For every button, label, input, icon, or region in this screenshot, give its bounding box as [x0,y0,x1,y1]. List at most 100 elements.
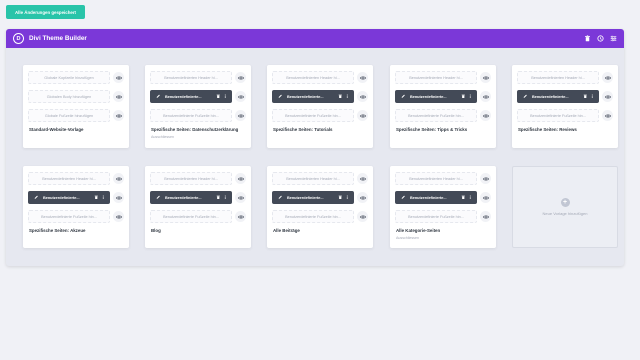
add-body-slot[interactable]: Globalen Body hinzufügen [28,90,110,103]
eye-icon[interactable] [480,72,491,83]
custom-body-slot[interactable]: Benutzerdefinierte... [272,191,354,204]
eye-icon[interactable] [235,192,246,203]
footer-slot[interactable]: Benutzerdefinierte Fußzeile hin... [517,109,599,122]
body-label: Benutzerdefinierte... [287,195,324,200]
eye-icon[interactable] [357,110,368,121]
header-slot[interactable]: Benutzerdefinierten Header hi... [517,71,599,84]
header-slot[interactable]: Benutzerdefinierten Header hi... [150,172,232,185]
template-card: Benutzerdefinierten Header hi... Benutze… [145,166,251,248]
header-slot[interactable]: Benutzerdefinierten Header hi... [272,71,354,84]
custom-body-slot[interactable]: Benutzerdefinierte... [150,90,232,103]
plus-icon: + [560,198,570,207]
template-card: Benutzerdefinierten Header hi... Benutze… [267,166,373,248]
settings-icon[interactable] [609,35,617,43]
trash-icon[interactable] [94,195,99,200]
pencil-icon[interactable] [156,195,161,200]
eye-icon[interactable] [357,211,368,222]
eye-icon[interactable] [602,91,613,102]
eye-icon[interactable] [235,91,246,102]
eye-icon[interactable] [602,72,613,83]
custom-body-slot[interactable]: Benutzerdefinierte... [150,191,232,204]
trash-icon[interactable] [583,35,591,43]
eye-icon[interactable] [113,110,124,121]
trash-icon[interactable] [461,195,466,200]
footer-slot[interactable]: Benutzerdefinierte Fußzeile hin... [272,210,354,223]
trash-icon[interactable] [216,94,221,99]
pencil-icon[interactable] [523,94,528,99]
header-slot[interactable]: Benutzerdefinierten Header hi... [395,172,477,185]
eye-icon[interactable] [357,72,368,83]
template-title: Spezifische Seiten: Tutorials [273,127,333,132]
eye-icon[interactable] [480,192,491,203]
custom-body-slot[interactable]: Benutzerdefinierte... [517,90,599,103]
body-label: Benutzerdefinierte... [532,94,569,99]
eye-icon[interactable] [357,173,368,184]
trash-icon[interactable] [583,94,588,99]
header-slot[interactable]: Benutzerdefinierten Header hi... [272,172,354,185]
pencil-icon[interactable] [401,195,406,200]
pencil-icon[interactable] [156,94,161,99]
pencil-icon[interactable] [401,94,406,99]
more-icon[interactable] [468,94,473,99]
custom-body-slot[interactable]: Benutzerdefinierte... [395,191,477,204]
footer-slot[interactable]: Benutzerdefinierte Fußzeile hin... [395,109,477,122]
more-icon[interactable] [101,195,106,200]
eye-icon[interactable] [235,173,246,184]
header-slot[interactable]: Benutzerdefinierten Header hi... [395,71,477,84]
eye-icon[interactable] [480,110,491,121]
more-icon[interactable] [590,94,595,99]
save-status-button[interactable]: Alle Änderungen gespeichert [6,5,85,19]
template-title: Standard-Website-Vorlage [29,127,84,132]
add-footer-slot[interactable]: Globale Fußzeile hinzufügen [28,109,110,122]
more-icon[interactable] [223,195,228,200]
trash-icon[interactable] [461,94,466,99]
eye-icon[interactable] [357,91,368,102]
more-icon[interactable] [345,94,350,99]
footer-slot[interactable]: Benutzerdefinierte Fußzeile hin... [395,210,477,223]
eye-icon[interactable] [480,211,491,222]
custom-body-slot[interactable]: Benutzerdefinierte... [272,90,354,103]
custom-body-slot[interactable]: Benutzerdefinierte... [28,191,110,204]
trash-icon[interactable] [338,94,343,99]
template-title: Spezifische Seiten: Akzeue [29,228,86,233]
eye-icon[interactable] [235,211,246,222]
eye-icon[interactable] [113,91,124,102]
header-slot[interactable]: Benutzerdefinierten Header hi... [28,172,110,185]
eye-icon[interactable] [235,72,246,83]
pencil-icon[interactable] [278,195,283,200]
template-card: Benutzerdefinierten Header hi... Benutze… [267,65,373,148]
eye-icon[interactable] [113,211,124,222]
footer-slot[interactable]: Benutzerdefinierte Fußzeile hin... [150,210,232,223]
add-template-card[interactable]: + Neue Vorlage hinzufügen [512,166,618,248]
eye-icon[interactable] [602,110,613,121]
eye-icon[interactable] [113,173,124,184]
add-template-label: Neue Vorlage hinzufügen [542,211,588,216]
template-title: Blog [151,228,161,233]
pencil-icon[interactable] [278,94,283,99]
history-icon[interactable] [596,35,604,43]
body-label: Benutzerdefinierte... [165,94,202,99]
footer-slot[interactable]: Benutzerdefinierte Fußzeile hin... [272,109,354,122]
header-slot[interactable]: Benutzerdefinierten Header hi... [150,71,232,84]
more-icon[interactable] [223,94,228,99]
footer-slot[interactable]: Benutzerdefinierte Fußzeile hin... [28,210,110,223]
pencil-icon[interactable] [34,195,39,200]
template-card: Benutzerdefinierten Header hi... Benutze… [390,65,496,148]
body-label: Benutzerdefinierte... [165,195,202,200]
footer-slot[interactable]: Benutzerdefinierte Fußzeile hin... [150,109,232,122]
add-header-slot[interactable]: Globale Kopfzeile hinzufügen [28,71,110,84]
eye-icon[interactable] [113,72,124,83]
eye-icon[interactable] [235,110,246,121]
panel-header: D Divi Theme Builder [6,29,624,48]
custom-body-slot[interactable]: Benutzerdefinierte... [395,90,477,103]
eye-icon[interactable] [113,192,124,203]
trash-icon[interactable] [338,195,343,200]
body-label: Benutzerdefinierte... [287,94,324,99]
trash-icon[interactable] [216,195,221,200]
more-icon[interactable] [468,195,473,200]
template-title: Spezifische Seiten: Tipps & Tricks [396,127,468,132]
eye-icon[interactable] [480,91,491,102]
eye-icon[interactable] [357,192,368,203]
more-icon[interactable] [345,195,350,200]
eye-icon[interactable] [480,173,491,184]
